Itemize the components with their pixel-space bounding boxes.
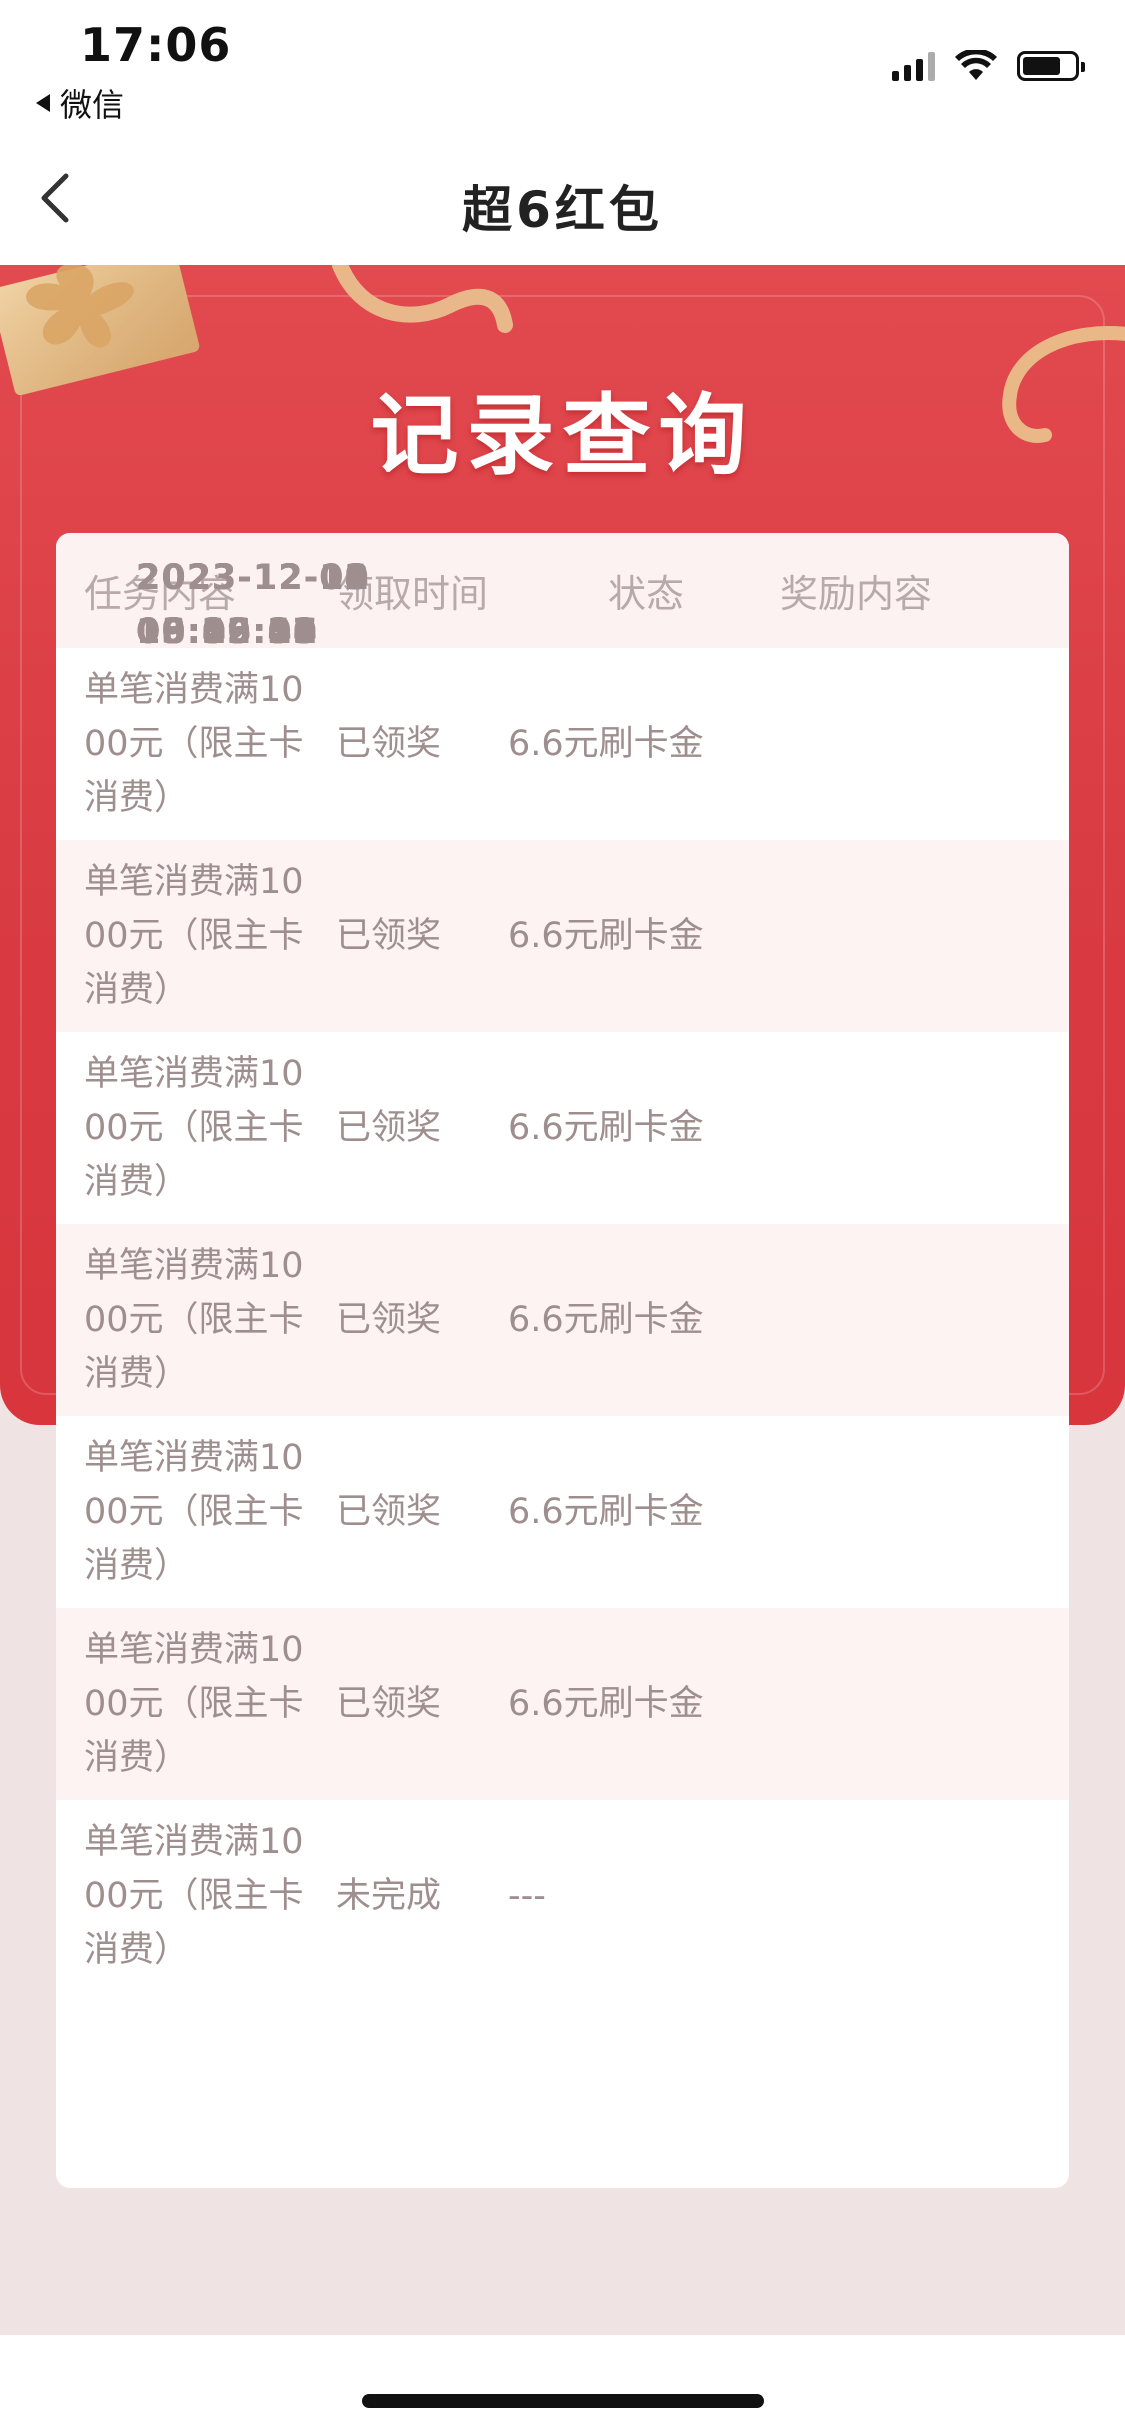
cell-task: 单笔消费满10 00元（限主卡 消费） bbox=[84, 1054, 304, 1202]
cell-status: 已领奖 bbox=[336, 1108, 442, 1148]
table-row: 单笔消费满10 00元（限主卡 消费） 2023-12-09 09:12:13 … bbox=[56, 558, 1069, 1800]
cell-status: 已领奖 bbox=[336, 724, 442, 764]
back-to-app-link[interactable]: 微信 bbox=[36, 80, 124, 126]
status-time: 17:06 bbox=[80, 18, 232, 72]
table-row: 单笔消费满10 00元（限主卡 消费） 2023-12-12 08:06:20 … bbox=[56, 558, 1069, 1224]
cell-task: 单笔消费满10 00元（限主卡 消费） bbox=[84, 1438, 304, 1586]
cell-task: 单笔消费满10 00元（限主卡 消费） bbox=[84, 1822, 304, 1970]
cell-reward: --- bbox=[508, 1876, 546, 1916]
header-reward: 奖励内容 bbox=[780, 572, 933, 616]
cell-status: 已领奖 bbox=[336, 1492, 442, 1532]
table-row: 单笔消费满10 00元（限主卡 消费） 2023-12-14 08:09:34 … bbox=[56, 558, 1069, 840]
back-app-label: 微信 bbox=[60, 86, 125, 124]
status-bar: 17:06 微信 bbox=[0, 0, 1125, 130]
cell-reward: 6.6元刷卡金 bbox=[508, 1684, 704, 1724]
back-triangle-icon bbox=[36, 94, 50, 112]
home-indicator-area bbox=[0, 2335, 1125, 2436]
table-row: 单笔消费满10 00元（限主卡 消费） 2023-12-13 13:25:11 … bbox=[56, 558, 1069, 1032]
ribbon-decoration-icon bbox=[332, 265, 513, 333]
table-row: 单笔消费满10 00元（限主卡 消费） 2023-12-08 00:13:47 … bbox=[56, 558, 1069, 1992]
cellular-signal-icon bbox=[892, 51, 935, 81]
cell-reward: 6.6元刷卡金 bbox=[508, 916, 704, 956]
cell-time: 2023-12-08 00:13:47 bbox=[136, 558, 370, 652]
header-status: 状态 bbox=[608, 572, 685, 616]
cell-status: 未完成 bbox=[336, 1876, 442, 1916]
cell-task: 单笔消费满10 00元（限主卡 消费） bbox=[84, 862, 304, 1010]
cell-task: 单笔消费满10 00元（限主卡 消费） bbox=[84, 1246, 304, 1394]
cell-status: 已领奖 bbox=[336, 1684, 442, 1724]
cell-status: 已领奖 bbox=[336, 916, 442, 956]
wifi-icon bbox=[955, 50, 997, 80]
cell-task: 单笔消费满10 00元（限主卡 消费） bbox=[84, 1630, 304, 1778]
cell-task: 单笔消费满10 00元（限主卡 消费） bbox=[84, 670, 304, 818]
cell-reward: 6.6元刷卡金 bbox=[508, 1492, 704, 1532]
page-title: 超6红包 bbox=[462, 181, 663, 239]
battery-icon bbox=[1017, 51, 1085, 81]
cell-reward: 6.6元刷卡金 bbox=[508, 1300, 704, 1340]
records-table: 任务内容 领取时间 状态 奖励内容 单笔消费满10 00元（限主卡 消费） 20… bbox=[56, 533, 1069, 2188]
banner-title: 记录查询 bbox=[370, 384, 755, 487]
nav-bar: 超6红包 bbox=[0, 130, 1125, 265]
table-row: 单笔消费满10 00元（限主卡 消费） 2023-12-11 15:36:02 … bbox=[56, 558, 1069, 1416]
cell-reward: 6.6元刷卡金 bbox=[508, 1108, 704, 1148]
status-icons bbox=[892, 50, 1085, 82]
cell-status: 已领奖 bbox=[336, 1300, 442, 1340]
table-row: 单笔消费满10 00元（限主卡 消费） 2023-12-10 16:42:46 … bbox=[56, 558, 1069, 1608]
home-indicator[interactable] bbox=[362, 2394, 764, 2408]
cell-reward: 6.6元刷卡金 bbox=[508, 724, 704, 764]
